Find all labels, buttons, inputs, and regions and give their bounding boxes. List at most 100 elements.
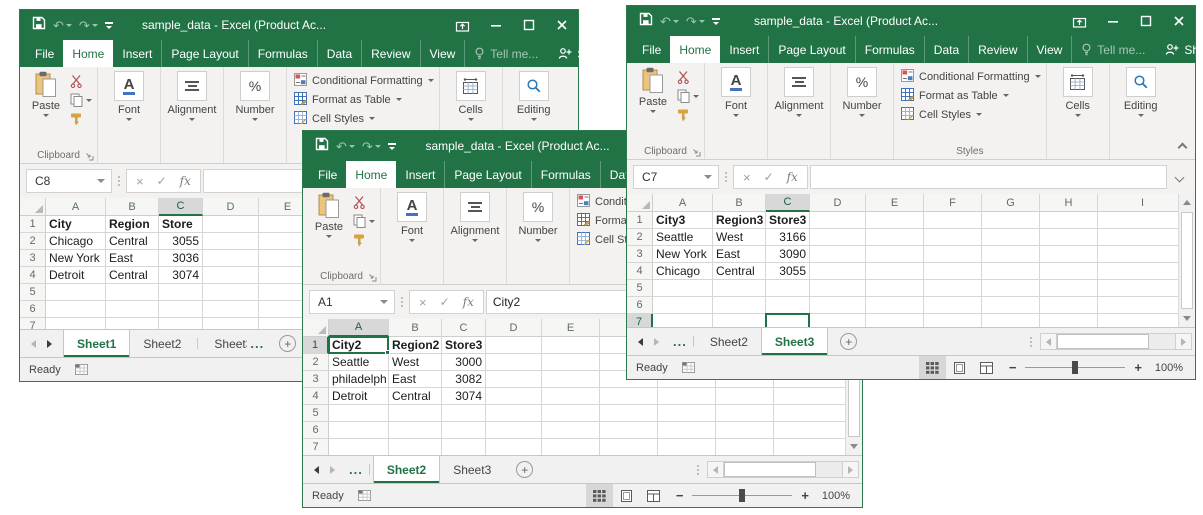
cell-b4[interactable]: Central [713,263,766,280]
cell-d3[interactable] [203,250,259,267]
cell-g7[interactable] [658,439,716,455]
select-all-corner[interactable] [20,198,46,216]
tab-view[interactable]: View [420,40,465,67]
tab-formulas[interactable]: Formulas [531,161,600,188]
cell-c4[interactable]: 3055 [766,263,810,280]
add-sheet-plus-icon[interactable]: + [279,335,296,352]
scroll-down-icon[interactable] [846,438,862,455]
number-button[interactable]: % Number [836,67,888,117]
cell-c1[interactable]: Store3 [766,212,810,229]
cell-f4[interactable] [600,388,658,405]
scroll-left-icon[interactable] [707,461,724,478]
cell-c3[interactable]: 3082 [442,371,486,388]
cell-a1[interactable]: City [46,216,106,233]
prev-sheet-arrow-icon[interactable] [314,466,319,474]
cell-i5[interactable] [1098,280,1178,297]
cell-i3[interactable] [1098,246,1178,263]
save-icon[interactable] [639,12,653,31]
cell-f7[interactable] [600,439,658,455]
alignment-button[interactable]: Alignment [773,67,825,117]
column-header-h[interactable]: H [1040,194,1098,212]
number-button[interactable]: % Number [229,71,281,121]
row-header-7[interactable]: 7 [20,318,46,329]
cut-button[interactable] [677,69,699,84]
macro-record-icon[interactable] [682,362,695,373]
column-header-a[interactable]: A [653,194,713,212]
cell-d5[interactable] [486,405,542,422]
number-button[interactable]: % Number [512,192,564,242]
font-button[interactable]: A Font [103,71,155,121]
cell-g5[interactable] [658,405,716,422]
tabbar-grip[interactable] [689,465,707,475]
cell-d5[interactable] [203,284,259,301]
cell-b5[interactable] [713,280,766,297]
format-painter-button[interactable] [353,232,375,247]
column-header-c[interactable]: C [766,194,810,212]
cell-d1[interactable] [203,216,259,233]
undo-icon[interactable]: ↶ [660,14,679,29]
cell-a1[interactable]: City3 [653,212,713,229]
cell-d5[interactable] [810,280,866,297]
cell-a5[interactable] [653,280,713,297]
save-icon[interactable] [315,137,329,156]
row-header-3[interactable]: 3 [20,250,46,267]
cell-b6[interactable] [106,301,159,318]
cell-h7[interactable] [716,439,774,455]
next-sheet-arrow-icon[interactable] [47,340,52,348]
cell-g4[interactable] [658,388,716,405]
tab-view[interactable]: View [1027,36,1072,63]
enter-check-icon[interactable]: ✓ [764,170,774,184]
tab-insert[interactable]: Insert [720,36,768,63]
cell-d2[interactable] [486,354,542,371]
sheet-tab-sheet3[interactable]: Sheet3 [440,456,504,483]
cell-h4[interactable] [1040,263,1098,280]
cell-c6[interactable] [442,422,486,439]
cell-i5[interactable] [774,405,845,422]
collapse-ribbon-chevron-icon[interactable] [1178,143,1188,153]
copy-button[interactable] [353,213,375,228]
copy-button[interactable] [70,92,92,107]
format-painter-button[interactable] [70,111,92,126]
cell-g3[interactable] [982,246,1040,263]
cell-a6[interactable] [329,422,389,439]
cell-a3[interactable]: philadelph [329,371,389,388]
cell-a5[interactable] [329,405,389,422]
dialog-launcher-icon[interactable] [85,152,94,161]
column-header-g[interactable]: G [982,194,1040,212]
share-button[interactable]: Share [547,40,620,67]
cell-f6[interactable] [600,422,658,439]
cell-b2[interactable]: Central [106,233,159,250]
cell-a7[interactable] [653,314,713,327]
tab-page-layout[interactable]: Page Layout [161,40,247,67]
horizontal-scrollbar[interactable] [707,456,862,483]
cell-e4[interactable] [866,263,924,280]
column-header-e[interactable]: E [866,194,924,212]
cell-b6[interactable] [713,297,766,314]
close-icon[interactable] [1162,6,1195,36]
cell-e3[interactable] [866,246,924,263]
cell-h3[interactable] [1040,246,1098,263]
normal-view-icon[interactable] [919,356,946,379]
cell-a1[interactable]: City2 [329,337,389,354]
alignment-button[interactable]: Alignment [166,71,218,121]
cell-g1[interactable] [982,212,1040,229]
cell-a3[interactable]: New York [46,250,106,267]
cell-g4[interactable] [982,263,1040,280]
cell-a2[interactable]: Seattle [653,229,713,246]
cell-b1[interactable]: Region3 [713,212,766,229]
add-sheet-plus-icon[interactable]: + [840,333,857,350]
cell-d7[interactable] [810,314,866,327]
row-header-6[interactable]: 6 [20,301,46,318]
horizontal-scrollbar[interactable] [1040,328,1195,355]
column-header-i[interactable]: I [1098,194,1178,212]
name-box[interactable]: C7 [633,165,719,189]
formula-bar-grip[interactable] [112,176,126,186]
row-header-6[interactable]: 6 [303,422,329,439]
row-header-6[interactable]: 6 [627,297,653,314]
cell-c5[interactable] [766,280,810,297]
cell-c3[interactable]: 3036 [159,250,203,267]
cell-b5[interactable] [389,405,442,422]
sheet-tab-sheet3[interactable]: Sheet3 [761,328,828,355]
cell-b6[interactable] [389,422,442,439]
column-header-b[interactable]: B [713,194,766,212]
